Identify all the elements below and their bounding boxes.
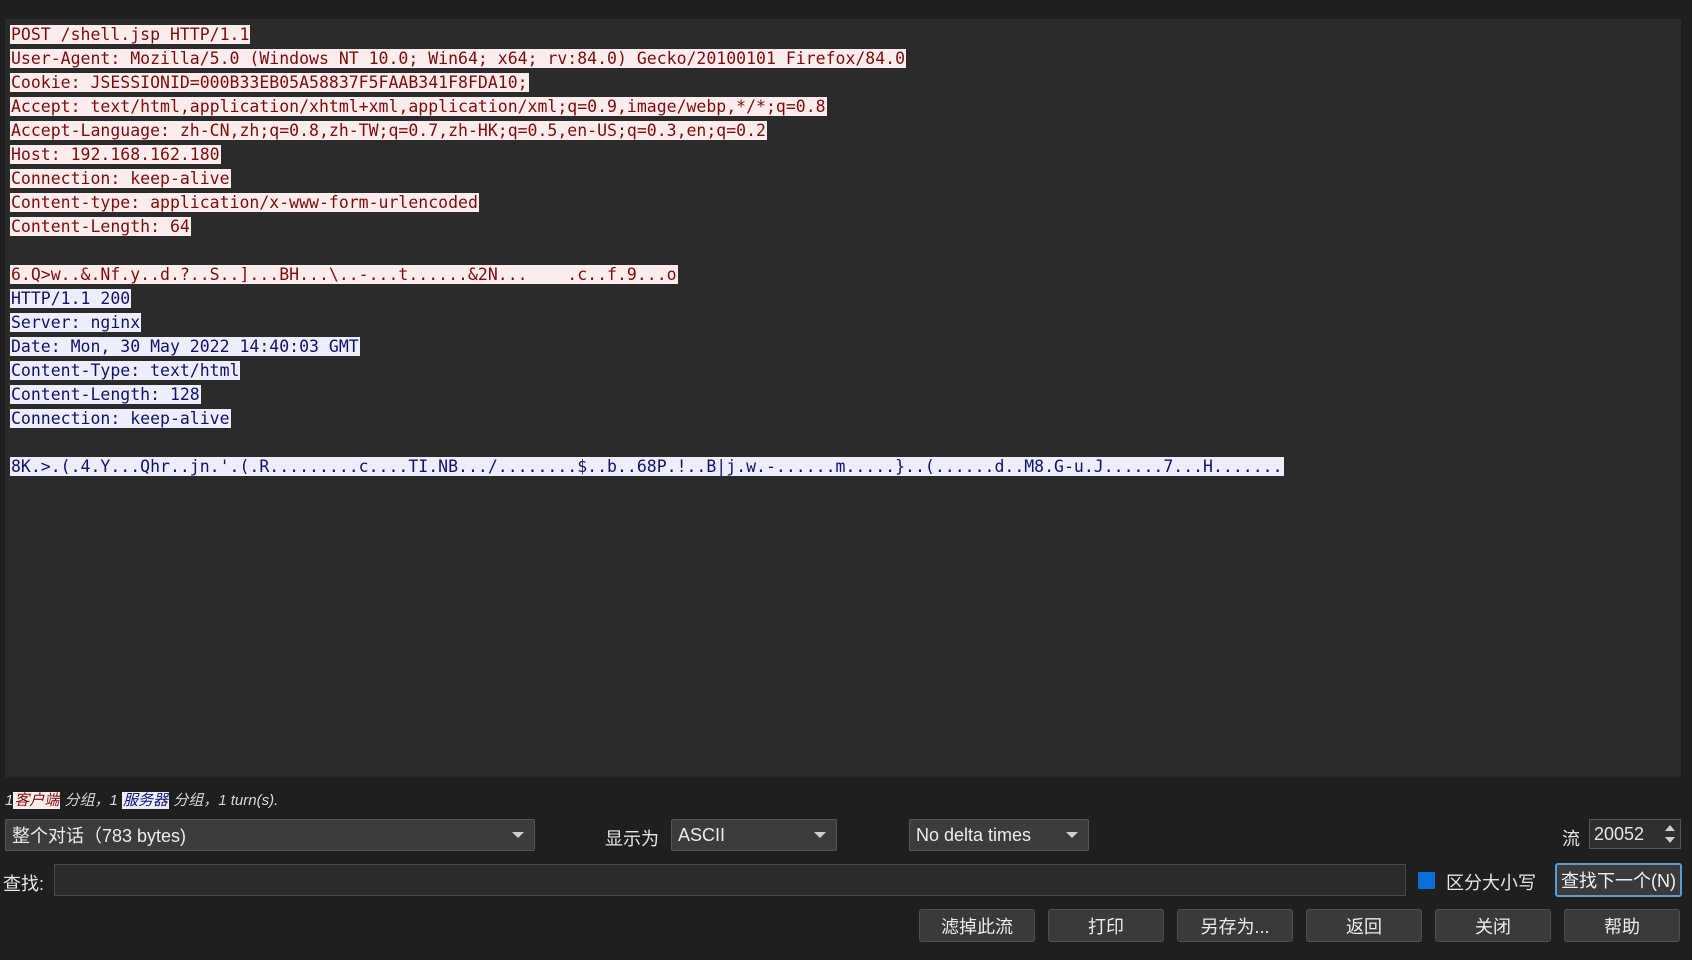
delta-times-value: No delta times (916, 824, 1032, 845)
spin-down-icon[interactable] (1665, 837, 1675, 843)
response-header-line: Date: Mon, 30 May 2022 14:40:03 GMT (10, 335, 1284, 359)
help-button[interactable]: 帮助 (1564, 909, 1680, 942)
chevron-down-icon (512, 832, 524, 838)
request-header-line: Content-type: application/x-www-form-url… (10, 191, 1284, 215)
request-header-line-text: POST /shell.jsp HTTP/1.1 (10, 25, 251, 44)
request-header-line-text: Content-type: application/x-www-form-url… (10, 193, 479, 212)
summary-mid: 分组，1 (60, 792, 123, 809)
case-sensitive-label: 区分大小写 (1446, 873, 1536, 893)
packet-summary: 1客户端 分组，1 服务器 分组，1 turn(s). (5, 789, 278, 810)
request-header-line: Content-Length: 64 (10, 215, 1284, 239)
response-header-line-text: Content-Length: 128 (10, 385, 201, 404)
request-header-line: Host: 192.168.162.180 (10, 143, 1284, 167)
request-header-line-text: Accept-Language: zh-CN,zh;q=0.8,zh-TW;q=… (10, 121, 767, 140)
response-header-line-text: Date: Mon, 30 May 2022 14:40:03 GMT (10, 337, 360, 356)
stream-content-pane[interactable]: POST /shell.jsp HTTP/1.1 User-Agent: Mozi… (5, 19, 1681, 777)
show-as-label: 显示为 (605, 829, 659, 849)
find-label: 查找: (3, 874, 45, 894)
stream-text: POST /shell.jsp HTTP/1.1 User-Agent: Mozi… (10, 23, 1284, 479)
request-header-line-text: Host: 192.168.162.180 (10, 145, 221, 164)
chevron-down-icon (814, 832, 826, 838)
conversation-select[interactable]: 整个对话（783 bytes) (5, 819, 535, 851)
response-body-line-text: 8K.>.(.4.Y...Qhr..jn.'.(.R.........c....… (10, 457, 1284, 476)
show-as-value: ASCII (678, 824, 726, 845)
response-header-line-text: Content-Type: text/html (10, 361, 241, 380)
request-header-line: POST /shell.jsp HTTP/1.1 (10, 23, 1284, 47)
back-button[interactable]: 返回 (1306, 909, 1422, 942)
filter-out-stream-button[interactable]: 滤掉此流 (919, 909, 1035, 942)
case-sensitive-checkbox[interactable] (1418, 872, 1435, 889)
spin-up-icon[interactable] (1665, 825, 1675, 831)
request-header-line-text: Cookie: JSESSIONID=000B33EB05A58837F5FAA… (10, 73, 529, 92)
print-button[interactable]: 打印 (1048, 909, 1164, 942)
request-header-line: User-Agent: Mozilla/5.0 (Windows NT 10.0… (10, 47, 1284, 71)
request-header-line: Accept: text/html,application/xhtml+xml,… (10, 95, 1284, 119)
request-header-line-text: User-Agent: Mozilla/5.0 (Windows NT 10.0… (10, 49, 907, 68)
response-header-line-text: HTTP/1.1 200 (10, 289, 132, 308)
response-header-line: Connection: keep-alive (10, 407, 1284, 431)
conversation-select-value: 整个对话（783 bytes) (12, 826, 187, 846)
save-as-button[interactable]: 另存为... (1177, 909, 1293, 942)
response-header-line: Server: nginx (10, 311, 1284, 335)
request-header-line: Accept-Language: zh-CN,zh;q=0.8,zh-TW;q=… (10, 119, 1284, 143)
stream-number-spinbox[interactable]: 20052 (1589, 819, 1681, 849)
find-input[interactable] (54, 864, 1406, 896)
response-body-line: 8K.>.(.4.Y...Qhr..jn.'.(.R.........c....… (10, 455, 1284, 479)
request-header-line-text: Accept: text/html,application/xhtml+xml,… (10, 97, 827, 116)
response-header-line-text: Server: nginx (10, 313, 142, 332)
find-next-button[interactable]: 查找下一个(N) (1555, 863, 1682, 897)
response-header-line: Content-Length: 128 (10, 383, 1284, 407)
show-as-select[interactable]: ASCII (671, 819, 837, 851)
summary-tail: 分组，1 turn(s). (169, 792, 279, 809)
request-body-line: 6.Q>w..&.Nf.y..d.?..S..]...BH...\..-...t… (10, 263, 1284, 287)
server-tag: 服务器 (122, 792, 170, 809)
response-header-line-text: Connection: keep-alive (10, 409, 231, 428)
chevron-down-icon (1066, 832, 1078, 838)
client-tag: 客户端 (13, 792, 61, 809)
request-body-line-text: 6.Q>w..&.Nf.y..d.?..S..]...BH...\..-...t… (10, 265, 678, 284)
delta-times-select[interactable]: No delta times (909, 819, 1089, 851)
request-header-line-text: Content-Length: 64 (10, 217, 191, 236)
request-header-line-text: Connection: keep-alive (10, 169, 231, 188)
spin-buttons[interactable] (1660, 820, 1680, 848)
response-header-line: HTTP/1.1 200 (10, 287, 1284, 311)
stream-number-value: 20052 (1594, 823, 1645, 844)
request-header-line: Connection: keep-alive (10, 167, 1284, 191)
stream-label: 流 (1562, 829, 1580, 849)
response-header-line: Content-Type: text/html (10, 359, 1284, 383)
request-header-line: Cookie: JSESSIONID=000B33EB05A58837F5FAA… (10, 71, 1284, 95)
close-button[interactable]: 关闭 (1435, 909, 1551, 942)
